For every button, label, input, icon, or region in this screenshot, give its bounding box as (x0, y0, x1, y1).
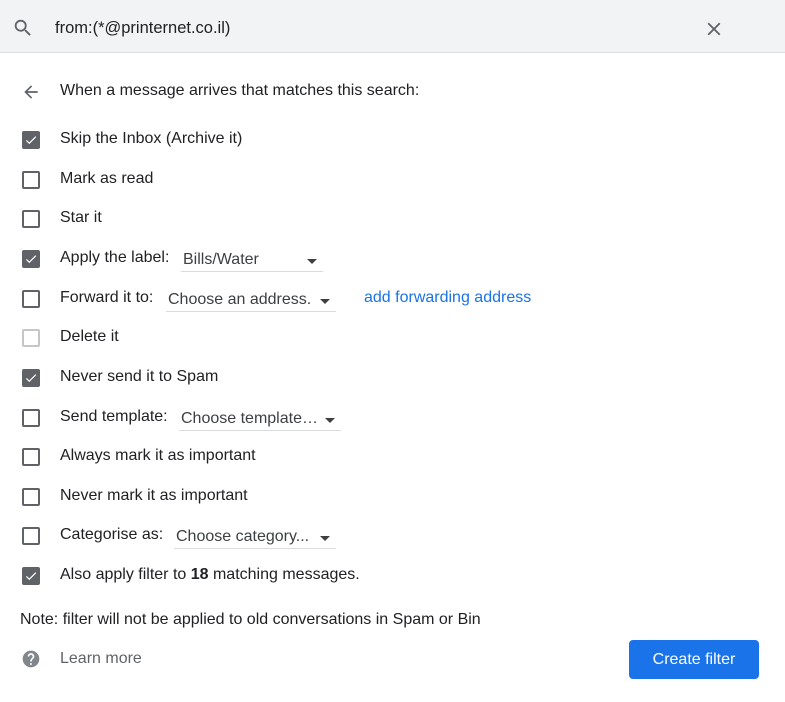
template-select-value: Choose template… (181, 410, 318, 427)
label-select-value: Bills/Water (183, 251, 259, 268)
apply-label-checkbox[interactable] (22, 250, 40, 268)
forward-label: Forward it to: (60, 289, 154, 306)
forward-address-select[interactable]: Choose an address. (166, 288, 336, 312)
help-icon (22, 650, 40, 668)
option-skip-inbox: Skip the Inbox (Archive it) (0, 127, 785, 153)
star-label: Star it (60, 209, 102, 226)
also-apply-text-before: Also apply filter to (60, 566, 191, 583)
also-apply-label: Also apply filter to 18 matching message… (60, 566, 360, 584)
option-always-important: Always mark it as important (0, 444, 785, 470)
search-input[interactable]: from:(*@printernet.co.il) (55, 19, 230, 38)
category-select-value: Choose category... (176, 528, 310, 545)
label-select[interactable]: Bills/Water (181, 248, 323, 272)
option-star: Star it (0, 206, 785, 232)
skip-inbox-checkbox[interactable] (22, 131, 40, 149)
also-apply-checkbox[interactable] (22, 567, 40, 585)
search-icon[interactable] (12, 17, 34, 39)
always-important-checkbox[interactable] (22, 448, 40, 466)
chevron-down-icon (320, 299, 330, 304)
also-apply-text-after: matching messages. (208, 566, 360, 583)
arrow-back-icon[interactable] (21, 82, 41, 102)
option-send-template: Send template: Choose template… (0, 405, 785, 431)
option-never-important: Never mark it as important (0, 484, 785, 510)
chevron-down-icon (307, 259, 317, 264)
never-important-label: Never mark it as important (60, 487, 248, 504)
mark-read-checkbox[interactable] (22, 171, 40, 189)
categorise-label: Categorise as: (60, 526, 164, 543)
search-bar: from:(*@printernet.co.il) (0, 0, 785, 53)
create-filter-button[interactable]: Create filter (629, 640, 759, 679)
option-forward: Forward it to: Choose an address. add fo… (0, 286, 785, 312)
option-apply-label: Apply the label: Bills/Water (0, 246, 785, 272)
skip-inbox-label: Skip the Inbox (Archive it) (60, 130, 243, 147)
send-template-checkbox[interactable] (22, 409, 40, 427)
chevron-down-icon (325, 418, 335, 423)
learn-more-link[interactable]: Learn more (60, 650, 142, 668)
filter-note: Note: filter will not be applied to old … (20, 611, 481, 628)
always-important-label: Always mark it as important (60, 447, 256, 464)
option-categorise: Categorise as: Choose category... (0, 523, 785, 549)
option-mark-read: Mark as read (0, 167, 785, 193)
delete-label: Delete it (60, 328, 119, 345)
categorise-checkbox[interactable] (22, 527, 40, 545)
star-checkbox[interactable] (22, 210, 40, 228)
add-forwarding-address-link[interactable]: add forwarding address (364, 289, 531, 307)
mark-read-label: Mark as read (60, 170, 154, 187)
never-important-checkbox[interactable] (22, 488, 40, 506)
never-spam-label: Never send it to Spam (60, 368, 219, 385)
template-select[interactable]: Choose template… (179, 407, 341, 431)
category-select[interactable]: Choose category... (174, 525, 336, 549)
never-spam-checkbox[interactable] (22, 369, 40, 387)
close-icon[interactable] (703, 18, 725, 40)
forward-select-value: Choose an address. (168, 291, 312, 308)
apply-label-label: Apply the label: (60, 249, 170, 266)
criteria-header: When a message arrives that matches this… (60, 82, 420, 99)
option-also-apply: Also apply filter to 18 matching message… (0, 563, 785, 589)
send-template-label: Send template: (60, 408, 168, 425)
chevron-down-icon (320, 536, 330, 541)
delete-checkbox[interactable] (22, 329, 40, 347)
forward-checkbox[interactable] (22, 290, 40, 308)
option-never-spam: Never send it to Spam (0, 365, 785, 391)
matching-count: 18 (190, 566, 209, 583)
option-delete: Delete it (0, 325, 785, 351)
